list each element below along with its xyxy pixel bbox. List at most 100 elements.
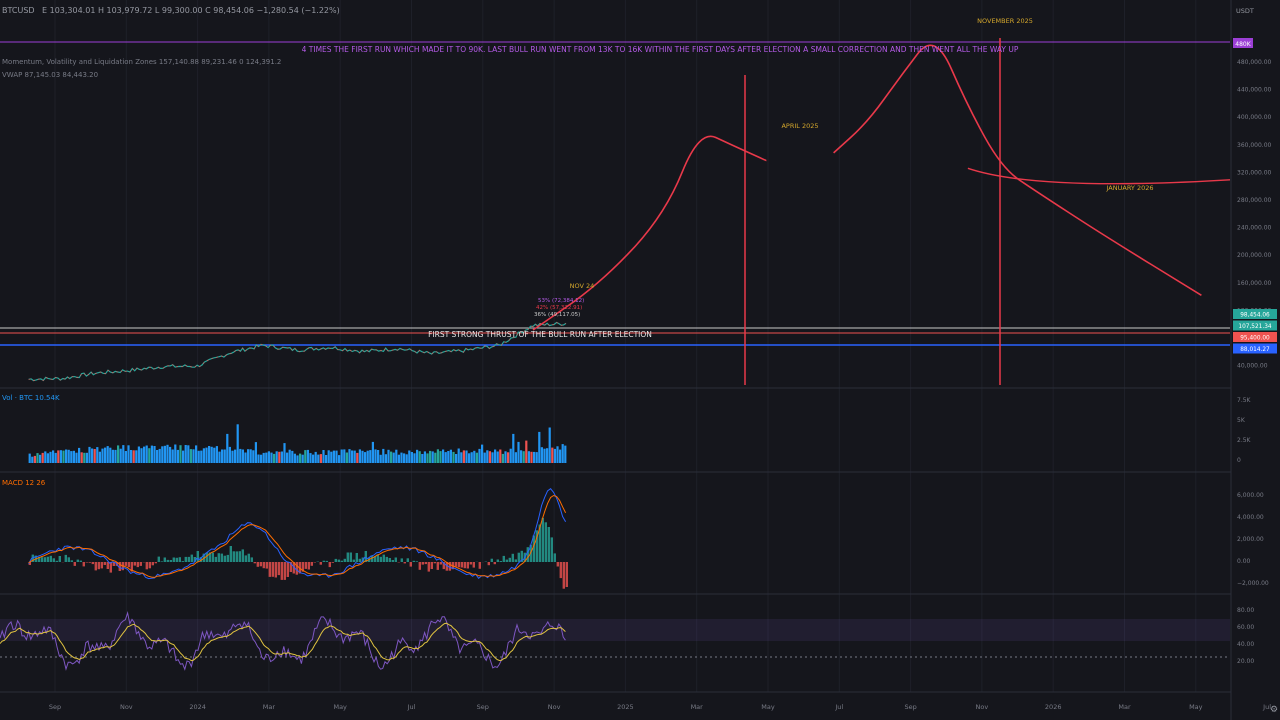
macd-histogram-bar [553, 553, 556, 562]
volume-bar [306, 449, 309, 463]
macd-histogram-bar [235, 551, 238, 562]
volume-bar [234, 449, 237, 463]
macd-histogram-bar [502, 555, 505, 562]
price-tag-text: 98,454.06 [1240, 313, 1270, 319]
volume-bar [314, 451, 317, 463]
volume-bar [413, 453, 416, 463]
time-axis-label: Nov [120, 703, 133, 711]
macd-axis-tick: 4,000.00 [1237, 514, 1264, 521]
macd-histogram-bar [319, 562, 322, 565]
volume-bar [249, 449, 252, 463]
macd-histogram-bar [541, 517, 544, 562]
macd-histogram-bar [67, 557, 70, 562]
volume-bar [143, 446, 146, 463]
macd-histogram-bar [304, 562, 307, 569]
settings-gear-icon[interactable]: ⚙ [1270, 705, 1278, 715]
time-axis-label: 2024 [189, 703, 206, 711]
volume-legend[interactable]: Vol · BTC 10.54K [2, 394, 60, 402]
volume-bar [28, 453, 31, 463]
volume-bar [57, 450, 60, 463]
currency-tag[interactable]: USDT [1236, 7, 1254, 15]
top-annotation[interactable]: 4 TIMES THE FIRST RUN WHICH MADE IT TO 9… [302, 45, 1019, 54]
macd-histogram-bar [505, 559, 508, 562]
volume-bar [377, 450, 380, 463]
trading-chart[interactable]: BTCUSD E 103,304.01 H 103,979.72 L 99,30… [0, 0, 1280, 720]
volume-bar [163, 445, 166, 463]
volume-bar [187, 445, 190, 463]
macd-histogram-bar [385, 556, 388, 562]
volume-bar [223, 449, 226, 463]
volume-bar [296, 455, 299, 463]
symbol-label: BTCUSD [2, 6, 35, 15]
macd-histogram-bar [109, 562, 112, 573]
macd-histogram-bar [343, 558, 346, 562]
volume-bar [182, 450, 185, 463]
macd-histogram-bar [97, 562, 100, 570]
volume-bar [62, 450, 65, 463]
time-axis-label: Nov [548, 703, 561, 711]
volume-bar [283, 443, 286, 463]
fib-label-3: 36% (49,117.05) [534, 312, 580, 318]
macd-histogram-bar [175, 557, 178, 562]
macd-histogram-bar [259, 562, 262, 567]
volume-bar [218, 451, 221, 463]
volume-bar [247, 449, 250, 463]
macd-histogram-bar [457, 562, 460, 568]
volume-bar [452, 451, 455, 463]
macd-histogram-bar [154, 562, 157, 564]
volume-bar [483, 452, 486, 463]
macd-histogram-bar [403, 562, 406, 564]
volume-bar [475, 452, 478, 463]
macd-histogram-bar [427, 562, 430, 572]
macd-histogram-bar [223, 555, 226, 562]
macd-histogram-bar [103, 562, 106, 565]
volume-bar [535, 452, 538, 463]
volume-bar [135, 450, 138, 463]
volume-bar [288, 449, 291, 463]
volume-bar [465, 450, 468, 463]
time-axis-label: Sep [477, 703, 489, 711]
volume-bar [538, 431, 541, 463]
macd-histogram-bar [46, 556, 49, 562]
volume-bar [530, 451, 533, 463]
volume-bar [124, 451, 127, 463]
volume-bar [213, 447, 216, 463]
volume-bar [262, 452, 265, 463]
volume-bar [44, 451, 47, 463]
volume-bar [374, 449, 377, 463]
volume-bar [348, 449, 351, 463]
volume-bar [309, 453, 312, 463]
volume-bar [345, 452, 348, 463]
macd-legend[interactable]: MACD 12 26 [2, 479, 46, 487]
macd-histogram-bar [511, 553, 514, 562]
mid-annotation[interactable]: FIRST STRONG THRUST OF THE BULL RUN AFTE… [428, 330, 652, 339]
volume-bar [226, 433, 229, 463]
macd-histogram-bar [190, 554, 193, 562]
volume-bar [267, 451, 270, 463]
volume-bar [169, 446, 172, 463]
macd-histogram-bar [463, 562, 466, 569]
macd-histogram-bar [286, 562, 289, 577]
macd-histogram-bar [238, 551, 241, 562]
price-axis-tick: 240,000.00 [1237, 225, 1272, 232]
volume-bar [364, 452, 367, 463]
volume-bar [91, 448, 94, 463]
indicator-legend-2[interactable]: VWAP 87,145.03 84,443.20 [2, 71, 98, 79]
indicator-legend-1[interactable]: Momentum, Volatility and Liquidation Zon… [2, 58, 281, 66]
time-axis-label: Sep [49, 703, 61, 711]
volume-bar [449, 449, 452, 463]
volume-bar [39, 454, 42, 463]
time-axis-label: 2026 [1045, 703, 1062, 711]
volume-bar [41, 452, 44, 463]
macd-histogram-bar [226, 554, 229, 562]
volume-bar [145, 445, 148, 463]
macd-histogram-bar [412, 560, 415, 562]
volume-bar [501, 453, 504, 463]
macd-histogram-bar [469, 562, 472, 565]
volume-bar [299, 453, 302, 463]
volume-bar [260, 454, 263, 463]
volume-bar [179, 445, 182, 463]
volume-bar [202, 448, 205, 463]
volume-bar [200, 450, 203, 463]
macd-histogram-bar [508, 557, 511, 562]
